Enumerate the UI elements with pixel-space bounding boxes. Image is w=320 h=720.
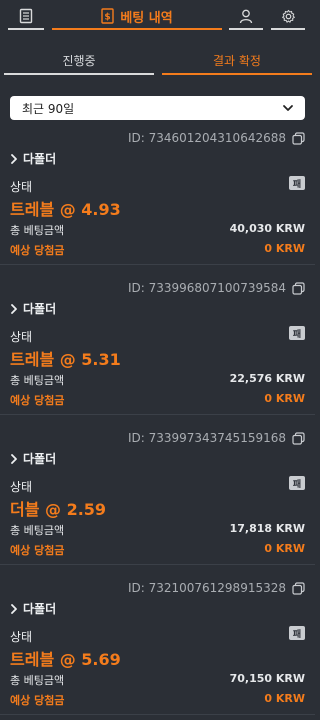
total-bet-row: 총 베팅금액 70,150 KRW bbox=[10, 672, 305, 688]
bet-history-button[interactable]: $ 베팅 내역 bbox=[52, 4, 222, 30]
copy-icon[interactable] bbox=[292, 581, 305, 595]
chevron-down-icon bbox=[283, 105, 293, 111]
expected-win-row: 예상 당첨금 0 KRW bbox=[10, 242, 305, 258]
expected-win-value: 0 KRW bbox=[264, 542, 305, 555]
copy-icon[interactable] bbox=[292, 131, 305, 145]
period-select[interactable]: 최근 90일 bbox=[10, 96, 305, 120]
chevron-right-icon bbox=[11, 453, 17, 464]
expected-win-label: 예상 당첨금 bbox=[10, 694, 65, 707]
status-badge: 패 bbox=[289, 476, 305, 490]
period-select-value: 최근 90일 bbox=[22, 101, 75, 116]
bet-odds: 더블 @ 2.59 bbox=[10, 500, 107, 519]
chevron-right-icon bbox=[11, 153, 17, 164]
svg-text:$: $ bbox=[105, 13, 111, 23]
bet-id-row: ID: 732100761298915328 bbox=[128, 580, 305, 596]
expected-win-value: 0 KRW bbox=[264, 242, 305, 255]
user-icon bbox=[239, 9, 253, 23]
receipt-icon bbox=[19, 8, 33, 24]
total-bet-value: 70,150 KRW bbox=[229, 672, 305, 685]
bet-odds: 트레블 @ 5.69 bbox=[10, 650, 121, 669]
expected-win-label: 예상 당첨금 bbox=[10, 394, 65, 407]
status-label: 상태 bbox=[10, 630, 33, 644]
bet-type-toggle[interactable]: 다폴더 bbox=[10, 450, 56, 467]
bet-id: ID: 733997343745159168 bbox=[127, 431, 286, 445]
bet-id-row: ID: 734601204310642688 bbox=[128, 130, 305, 146]
total-bet-value: 40,030 KRW bbox=[229, 222, 305, 235]
card-divider bbox=[0, 714, 315, 715]
expected-win-label: 예상 당첨금 bbox=[10, 244, 65, 257]
status-label: 상태 bbox=[10, 330, 33, 344]
top-navigation: $ 베팅 내역 bbox=[0, 0, 315, 36]
tab-in-progress[interactable]: 진행중 bbox=[4, 48, 154, 75]
copy-icon[interactable] bbox=[292, 431, 305, 445]
gear-icon bbox=[281, 9, 295, 23]
status-badge: 패 bbox=[289, 626, 305, 640]
bet-slip-icon: $ bbox=[101, 8, 115, 24]
bet-type: 다폴더 bbox=[23, 452, 57, 466]
total-bet-label: 총 베팅금액 bbox=[10, 524, 65, 537]
expected-win-row: 예상 당첨금 0 KRW bbox=[10, 542, 305, 558]
card-divider bbox=[0, 264, 315, 265]
bet-odds: 트레블 @ 4.93 bbox=[10, 200, 121, 219]
bet-type-toggle[interactable]: 다폴더 bbox=[10, 300, 56, 317]
bet-id: ID: 732100761298915328 bbox=[127, 581, 286, 595]
bet-id-row: ID: 733997343745159168 bbox=[128, 430, 305, 446]
bet-type: 다폴더 bbox=[23, 302, 57, 316]
profile-button[interactable] bbox=[229, 4, 263, 30]
status-label: 상태 bbox=[10, 480, 33, 494]
tab-result-confirmed[interactable]: 결과 확정 bbox=[162, 48, 312, 75]
receipt-button[interactable] bbox=[8, 4, 44, 30]
expected-win-row: 예상 당첨금 0 KRW bbox=[10, 392, 305, 408]
expected-win-label: 예상 당첨금 bbox=[10, 544, 65, 557]
card-divider bbox=[0, 564, 315, 565]
copy-icon[interactable] bbox=[292, 281, 305, 295]
bet-type: 다폴더 bbox=[23, 602, 57, 616]
total-bet-row: 총 베팅금액 40,030 KRW bbox=[10, 222, 305, 238]
expected-win-value: 0 KRW bbox=[264, 692, 305, 705]
bet-odds: 트레블 @ 5.31 bbox=[10, 350, 121, 369]
status-label: 상태 bbox=[10, 180, 33, 194]
card-divider bbox=[0, 414, 315, 415]
total-bet-label: 총 베팅금액 bbox=[10, 224, 65, 237]
chevron-right-icon bbox=[11, 603, 17, 614]
total-bet-row: 총 베팅금액 17,818 KRW bbox=[10, 522, 305, 538]
status-badge: 패 bbox=[289, 176, 305, 190]
expected-win-row: 예상 당첨금 0 KRW bbox=[10, 692, 305, 708]
total-bet-label: 총 베팅금액 bbox=[10, 674, 65, 687]
bet-id: ID: 734601204310642688 bbox=[127, 131, 286, 145]
bet-type-toggle[interactable]: 다폴더 bbox=[10, 150, 56, 167]
bet-type: 다폴더 bbox=[23, 152, 57, 166]
total-bet-row: 총 베팅금액 22,576 KRW bbox=[10, 372, 305, 388]
expected-win-value: 0 KRW bbox=[264, 392, 305, 405]
chevron-right-icon bbox=[11, 303, 17, 314]
bet-id-row: ID: 733996807100739584 bbox=[128, 280, 305, 296]
settings-button[interactable] bbox=[271, 4, 305, 30]
total-bet-label: 총 베팅금액 bbox=[10, 374, 65, 387]
bet-history-label: 베팅 내역 bbox=[120, 10, 173, 26]
total-bet-value: 17,818 KRW bbox=[229, 522, 305, 535]
bet-type-toggle[interactable]: 다폴더 bbox=[10, 600, 56, 617]
status-badge: 패 bbox=[289, 326, 305, 340]
bet-id: ID: 733996807100739584 bbox=[127, 281, 286, 295]
result-tabs: 진행중 결과 확정 bbox=[0, 48, 315, 76]
total-bet-value: 22,576 KRW bbox=[229, 372, 305, 385]
